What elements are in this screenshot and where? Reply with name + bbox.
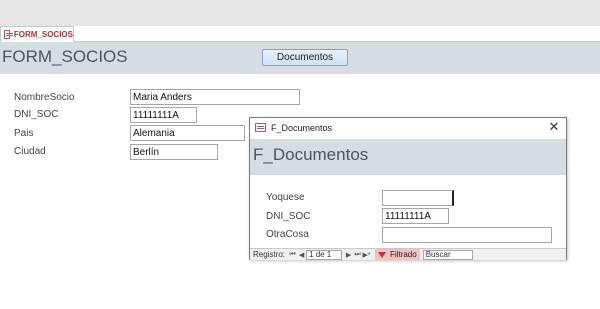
record-navigation-bar: Registro: ⏮ ◀ 1 de 1 ▶ ⏭ ▶* Filtrado Bus… (250, 248, 566, 260)
first-record-icon[interactable]: ⏮ (288, 250, 297, 260)
yoquese-field[interactable] (382, 190, 454, 206)
documents-popup-window: F_Documentos ✕ F_Documentos Yoquese DNI_… (249, 117, 567, 260)
record-label: Registro: (253, 250, 286, 259)
documents-button[interactable]: Documentos (262, 49, 348, 66)
filter-label: Filtrado (390, 250, 417, 259)
popup-window-title: F_Documentos (271, 123, 333, 133)
dni-soc-popup-field[interactable]: 11111111A (382, 208, 449, 224)
document-tab-bar (0, 26, 600, 42)
new-record-icon[interactable]: ▶* (362, 250, 371, 260)
next-record-icon[interactable]: ▶ (344, 250, 353, 260)
form-icon (255, 123, 266, 132)
dni-soc-field[interactable]: 11111111A (130, 107, 197, 123)
nombre-socio-label: NombreSocio (14, 92, 75, 103)
filter-toggle[interactable]: Filtrado (375, 249, 420, 260)
popup-header: F_Documentos (250, 139, 566, 175)
close-icon[interactable]: ✕ (546, 119, 562, 135)
pais-field[interactable]: Alemania (130, 125, 245, 141)
popup-titlebar[interactable]: F_Documentos ✕ (250, 118, 566, 138)
ciudad-label: Ciudad (14, 146, 46, 157)
filter-icon (378, 251, 387, 258)
ribbon-strip (0, 0, 600, 26)
form-title: FORM_SOCIOS (2, 47, 128, 66)
tab-form-socios[interactable]: FORM_SOCIOS (0, 26, 74, 42)
dni-soc-popup-label: DNI_SOC (266, 211, 311, 222)
popup-heading: F_Documentos (253, 145, 369, 164)
otracosa-label: OtraCosa (266, 229, 309, 240)
form-icon (4, 30, 13, 39)
ciudad-field[interactable]: Berlín (130, 144, 218, 160)
previous-record-icon[interactable]: ◀ (297, 250, 306, 260)
search-input[interactable]: Buscar (422, 249, 473, 260)
current-record-field[interactable]: 1 de 1 (306, 249, 343, 260)
dni-soc-label: DNI_SOC (14, 109, 59, 120)
pais-label: Pais (14, 128, 34, 139)
nombre-socio-field[interactable]: Maria Anders (130, 89, 300, 105)
last-record-icon[interactable]: ⏭ (353, 250, 362, 260)
yoquese-label: Yoquese (266, 192, 305, 203)
otracosa-field[interactable] (382, 227, 552, 243)
tab-label: FORM_SOCIOS (13, 30, 73, 39)
